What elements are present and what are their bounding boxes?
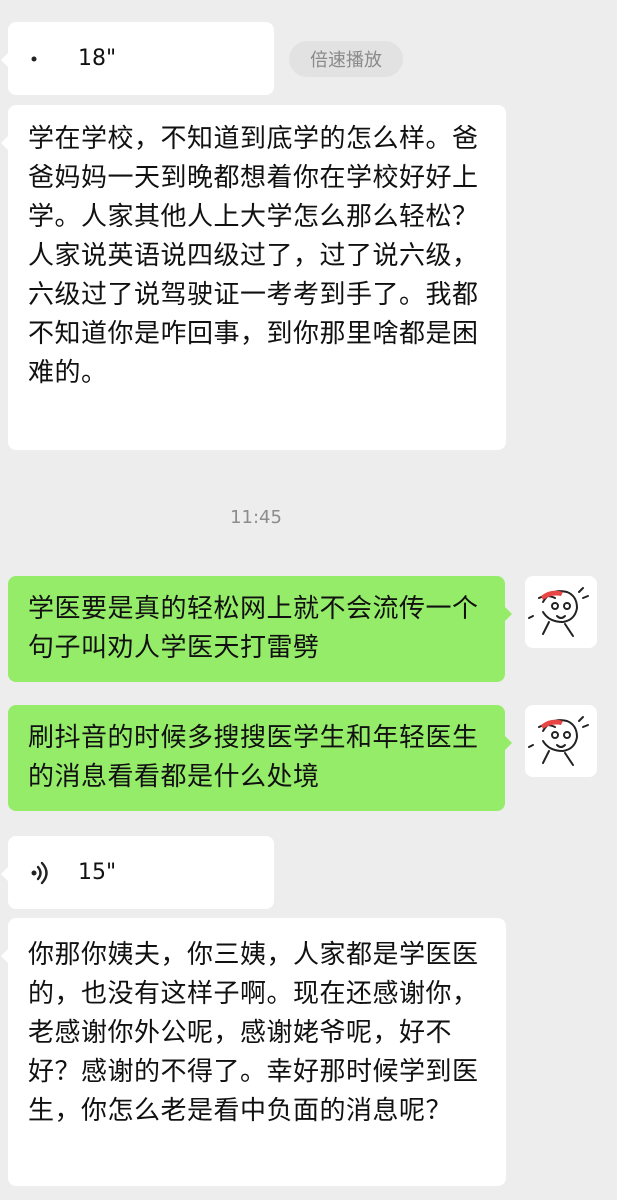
received-message-2: 你那你姨夫，你三姨，人家都是学医医的，也没有这样子啊。现在还感谢你，老感谢你外公…	[1, 918, 506, 1186]
message-text: 刷抖音的时候多搜搜医学生和年轻医生的消息看看都是什么处境	[28, 723, 479, 792]
voice-wave-icon	[31, 56, 37, 61]
voice-duration: 15"	[78, 860, 117, 885]
avatar[interactable]	[525, 576, 597, 648]
message-text: 你那你姨夫，你三姨，人家都是学医医的，也没有这样子啊。现在还感谢你，老感谢你外公…	[28, 940, 479, 1126]
cartoon-avatar-icon	[528, 716, 589, 766]
message-text: 学医要是真的轻松网上就不会流传一个句子叫劝人学医天打雷劈	[28, 594, 479, 663]
voice-wave-icon	[31, 861, 48, 884]
voice-message-2[interactable]: 15"	[1, 836, 274, 909]
sent-message-2: 刷抖音的时候多搜搜医学生和年轻医生的消息看看都是什么处境	[8, 705, 512, 811]
avatar[interactable]	[525, 705, 597, 777]
sent-message-1: 学医要是真的轻松网上就不会流传一个句子叫劝人学医天打雷劈	[8, 576, 512, 682]
cartoon-avatar-icon	[528, 587, 589, 637]
playback-speed-button[interactable]: 倍速播放	[289, 41, 403, 77]
voice-message-1[interactable]: 18"	[1, 22, 274, 95]
message-text: 学在学校，不知道到底学的怎么样。爸爸妈妈一天到晚都想着你在学校好好上学。人家其他…	[28, 124, 479, 388]
timestamp: 11:45	[230, 507, 282, 528]
received-message-1: 学在学校，不知道到底学的怎么样。爸爸妈妈一天到晚都想着你在学校好好上学。人家其他…	[1, 105, 506, 450]
voice-duration: 18"	[78, 46, 117, 71]
